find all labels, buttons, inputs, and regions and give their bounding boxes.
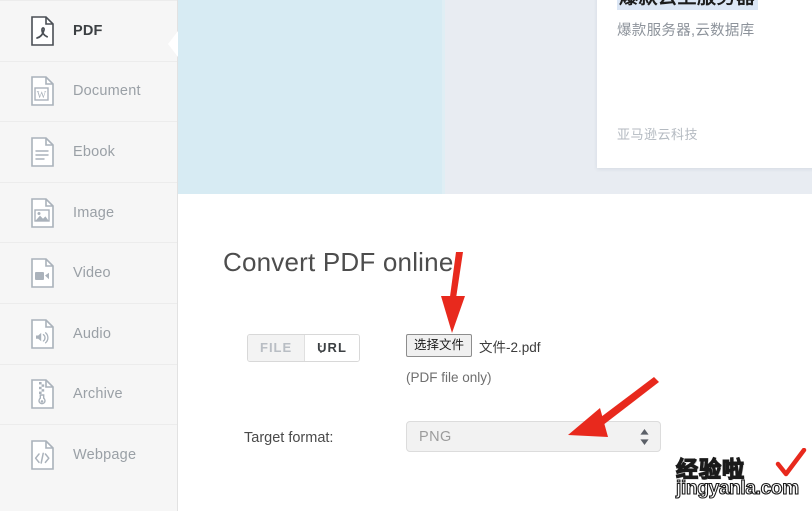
target-format-label: Target format: — [244, 430, 334, 446]
sidebar-item-video[interactable]: Video — [0, 242, 177, 303]
sidebar-collapse-handle[interactable] — [167, 31, 179, 57]
sidebar-item-pdf[interactable]: PDF — [0, 0, 177, 61]
tab-url[interactable]: URL — [304, 335, 359, 361]
sidebar-item-label: Audio — [73, 325, 112, 342]
choose-file-button[interactable]: 选择文件 — [406, 334, 473, 357]
source-type-toggle[interactable]: FILE URL — [247, 334, 360, 362]
audio-file-icon — [30, 318, 55, 349]
top-banner-strip: 爆款云上服务器 爆款服务器,云数据库 亚马逊云科技 — [178, 0, 812, 194]
ad-subtitle: 爆款服务器,云数据库 — [617, 23, 755, 39]
sidebar: PDF W Document Ebook Image Video Audio A… — [0, 0, 178, 511]
tab-file[interactable]: FILE — [248, 335, 305, 361]
ebook-file-icon — [30, 137, 55, 167]
sidebar-item-document[interactable]: W Document — [0, 60, 177, 122]
target-format-select[interactable]: PNG — [406, 421, 661, 452]
advertisement-card[interactable]: 爆款云上服务器 爆款服务器,云数据库 亚马逊云科技 — [597, 0, 812, 168]
file-type-note: (PDF file only) — [406, 370, 492, 385]
video-file-icon — [30, 258, 55, 288]
watermark: 经验啦 jingyanla.com — [675, 448, 812, 508]
sidebar-item-label: Ebook — [73, 143, 116, 160]
banner-panel-divider — [442, 0, 445, 194]
sidebar-item-label: Webpage — [73, 446, 137, 463]
stepper-updown-icon[interactable] — [640, 429, 649, 445]
sidebar-item-webpage[interactable]: Webpage — [0, 424, 177, 485]
sidebar-item-archive[interactable]: Archive — [0, 363, 177, 425]
ad-brand: 亚马逊云科技 — [617, 127, 699, 142]
source-row: FILE URL : 选择文件 文件-2.pdf (PDF file only) — [178, 334, 812, 385]
sidebar-item-label: Video — [73, 265, 111, 282]
webpage-file-icon — [30, 440, 55, 470]
file-input-group[interactable]: 选择文件 文件-2.pdf — [406, 334, 541, 357]
sidebar-item-label: Image — [73, 204, 115, 221]
sidebar-item-image[interactable]: Image — [0, 181, 177, 243]
svg-text:W: W — [37, 90, 47, 101]
banner-cyan-panel — [178, 0, 442, 194]
chevron-left-icon — [168, 31, 178, 57]
source-colon: : — [319, 340, 323, 356]
selected-file-name: 文件-2.pdf — [479, 339, 541, 355]
format-row: Target format: PNG — [178, 421, 812, 454]
sidebar-item-ebook[interactable]: Ebook — [0, 121, 177, 182]
image-file-icon — [30, 197, 55, 228]
pdf-file-icon — [30, 15, 55, 46]
watermark-url-text: jingyanla.com — [675, 477, 799, 499]
page-title: Convert PDF online — [223, 247, 454, 277]
sidebar-item-label: Archive — [73, 386, 123, 403]
ad-title: 爆款云上服务器 — [617, 0, 758, 10]
sidebar-item-audio[interactable]: Audio — [0, 302, 177, 364]
sidebar-item-label: Document — [73, 83, 141, 100]
archive-file-icon — [30, 379, 55, 410]
word-file-icon: W — [30, 76, 55, 107]
target-format-value: PNG — [419, 429, 452, 445]
sidebar-item-label: PDF — [73, 22, 103, 39]
red-check-icon — [775, 448, 807, 477]
